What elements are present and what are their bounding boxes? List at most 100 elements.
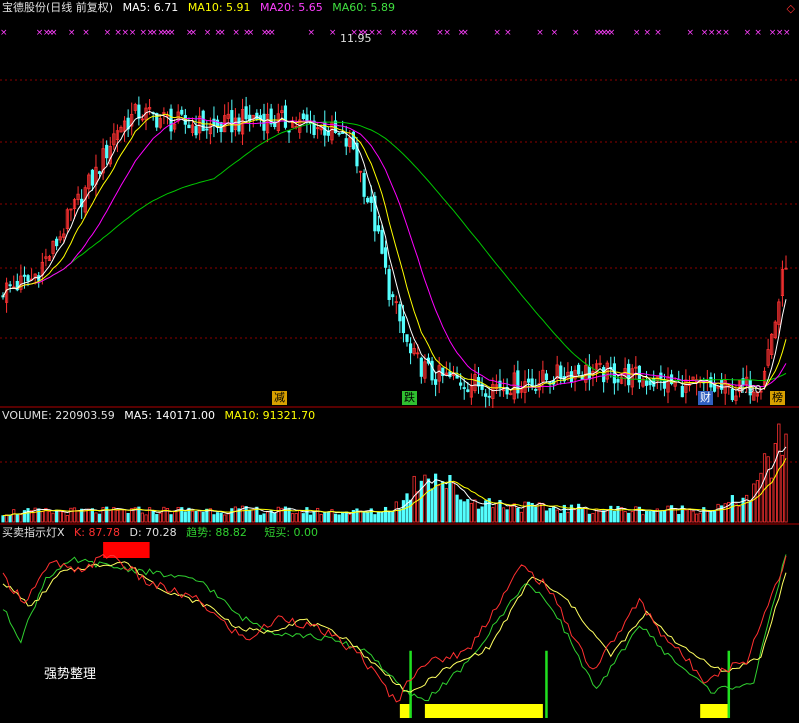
signal-marker: × xyxy=(268,28,276,38)
candle-body xyxy=(97,171,102,174)
volume-bar xyxy=(51,512,55,523)
volume-bar xyxy=(584,508,588,523)
signal-marker: × xyxy=(411,28,419,38)
volume-bar xyxy=(523,501,527,523)
volume-bar xyxy=(459,499,463,523)
volume-bar xyxy=(430,488,434,523)
signal-marker: × xyxy=(168,28,176,38)
signal-marker: × xyxy=(722,28,730,38)
chart-period: (日线 前复权) xyxy=(46,1,114,14)
trend-value: 趋势: 88.82 xyxy=(186,526,247,539)
signal-marker: × xyxy=(204,28,212,38)
volume-bar xyxy=(348,513,352,523)
candle-body xyxy=(230,110,234,133)
candle-body xyxy=(405,334,409,342)
signal-marker: × xyxy=(493,28,501,38)
volume-bar xyxy=(777,423,781,523)
volume-bar xyxy=(394,501,398,523)
volume-bar xyxy=(15,514,19,523)
signal-marker: × xyxy=(536,28,544,38)
volume-bar xyxy=(140,512,145,523)
volume-bar xyxy=(55,509,59,523)
volume-bar xyxy=(698,512,702,523)
volume-bar xyxy=(534,506,538,523)
volume-bar xyxy=(641,514,645,523)
volume-bar xyxy=(201,511,205,523)
event-tag-drop[interactable]: 跌 xyxy=(402,391,417,405)
d-line xyxy=(2,561,787,693)
volume-bar xyxy=(773,443,777,523)
volume-bar xyxy=(198,510,202,523)
volume-bar xyxy=(362,511,366,523)
diamond-icon[interactable]: ◇ xyxy=(787,2,795,15)
volume-bar xyxy=(455,494,459,523)
event-tag-rank[interactable]: 榜 xyxy=(770,391,785,405)
volume-bar xyxy=(480,506,484,523)
candle-body xyxy=(90,169,94,186)
volume-bar xyxy=(383,506,388,523)
signal-marker: × xyxy=(247,28,255,38)
candle-body xyxy=(530,378,534,386)
volume-bar xyxy=(323,511,327,523)
candle-body xyxy=(569,371,574,383)
volume-bar xyxy=(62,511,66,523)
signal-marker: × xyxy=(783,28,791,38)
volume-bar xyxy=(408,499,413,523)
candle-body xyxy=(430,360,434,381)
volume-bar xyxy=(19,514,23,523)
signal-marker: × xyxy=(375,28,383,38)
volume-bar xyxy=(766,456,770,523)
volume-bar xyxy=(509,505,513,523)
signal-marker: × xyxy=(390,28,398,38)
ma5-line xyxy=(2,110,787,392)
high-price-label: 11.95 xyxy=(340,32,372,45)
volume-ma10-line xyxy=(2,458,787,517)
volume-bar xyxy=(612,510,616,523)
volume-bar xyxy=(587,513,591,523)
volume-bar xyxy=(312,511,316,523)
volume-bar xyxy=(580,507,584,523)
trend-line xyxy=(2,554,787,702)
candle-body xyxy=(559,365,563,379)
event-tag-reduce[interactable]: 减 xyxy=(272,391,287,405)
indicator-title[interactable]: 买卖指示灯X xyxy=(2,526,65,539)
volume-bar xyxy=(230,508,234,523)
volume-bar xyxy=(652,510,656,523)
candle-body xyxy=(401,316,406,334)
candle-body xyxy=(137,104,141,119)
volume-bar xyxy=(358,510,363,523)
volume-bar xyxy=(83,510,87,523)
candle-body xyxy=(283,105,288,128)
volume-bar xyxy=(337,514,341,523)
signal-marker: × xyxy=(608,28,616,38)
signal-marker: × xyxy=(189,28,197,38)
volume-bar xyxy=(151,510,155,523)
signal-marker: × xyxy=(50,28,58,38)
volume-bar xyxy=(473,499,477,523)
volume-bar xyxy=(451,482,456,523)
candle-body xyxy=(380,229,384,254)
volume-bar xyxy=(469,502,473,523)
volume-bar xyxy=(437,485,441,523)
volume-bar xyxy=(144,514,148,523)
candle-body xyxy=(383,247,388,268)
candle-body xyxy=(434,379,438,385)
candle-body xyxy=(8,284,12,287)
volume-bar xyxy=(194,510,198,523)
signal-marker: × xyxy=(104,28,112,38)
signal-marker: × xyxy=(0,28,8,38)
volume-bar xyxy=(76,510,80,523)
volume-bar xyxy=(108,509,112,523)
volume-bar xyxy=(233,506,237,523)
volume-ma5-value: MA5: 140171.00 xyxy=(124,409,215,422)
volume-bar xyxy=(709,510,713,523)
volume-bar xyxy=(666,505,670,523)
candle-body xyxy=(55,238,59,247)
event-tag-finance[interactable]: 财 xyxy=(698,391,713,405)
candle-body xyxy=(462,387,466,389)
candle-body xyxy=(544,373,549,381)
volume-bar xyxy=(215,512,220,523)
volume-bar xyxy=(26,508,30,523)
volume-bar xyxy=(423,474,427,523)
candle-body xyxy=(366,197,370,203)
